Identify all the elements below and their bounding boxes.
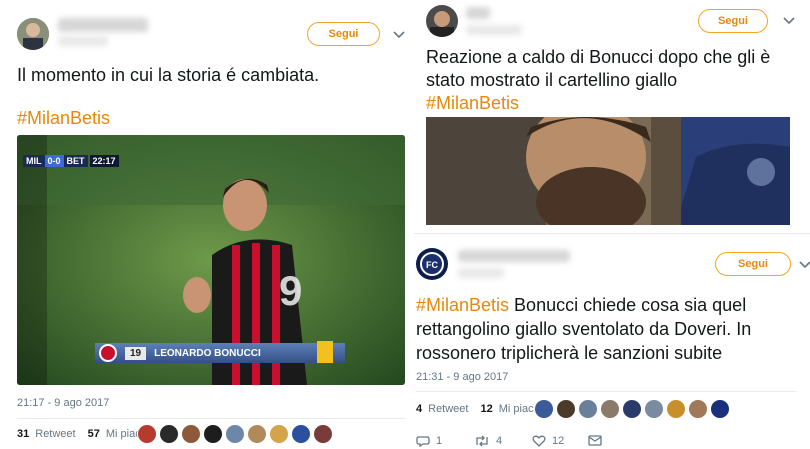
tweet-stats: 31 Retweet 57 Mi piace (17, 428, 147, 440)
tweet-timestamp[interactable]: 21:17 - 9 ago 2017 (17, 397, 109, 409)
retweet-label[interactable]: Retweet (35, 428, 75, 440)
retweet-count[interactable]: 31 (17, 428, 29, 440)
tweet-text-line: #MilanBetis Bonucci chiede cosa sia quel (416, 293, 746, 317)
tweet-stats: 4 Retweet 12 Mi piace (416, 403, 540, 415)
liker-avatars (137, 424, 335, 444)
chevron-down-icon[interactable] (798, 258, 810, 272)
avatar[interactable]: FC (416, 248, 448, 280)
like-action-count: 12 (552, 435, 565, 447)
tweet-text-line: rettangolino giallo sventolato da Doveri… (416, 319, 752, 339)
like-count[interactable]: 12 (480, 403, 492, 415)
liker-avatar[interactable] (159, 424, 179, 444)
direct-message-action[interactable] (588, 435, 602, 446)
avatar-photo (426, 5, 458, 37)
caption-accent (317, 341, 333, 363)
liker-avatar[interactable] (644, 399, 664, 419)
svg-text:FC: FC (426, 260, 438, 270)
home-team: MIL (23, 155, 45, 167)
score: 0-0 (44, 155, 64, 167)
heart-icon (532, 435, 546, 447)
chevron-down-icon[interactable] (392, 28, 406, 42)
avatar-photo (17, 18, 49, 50)
player-closeup-illustration (426, 117, 790, 225)
avatar-photo: FC (416, 248, 448, 280)
author-name-redacted[interactable] (466, 7, 490, 19)
divider (414, 233, 810, 234)
retweet-label[interactable]: Retweet (428, 403, 468, 415)
liker-avatar[interactable] (534, 399, 554, 419)
liker-avatar[interactable] (556, 399, 576, 419)
hashtag-link[interactable]: #MilanBetis (416, 295, 509, 315)
player-name: LEONARDO BONUCCI (154, 347, 261, 359)
author-handle-redacted (58, 36, 108, 46)
tweet-media[interactable]: 9 MIL 0-0 BET 22:17 19 LEONARDO BONUCCI (17, 135, 405, 385)
tweet-text-line: rossonero triplicherà le sanzioni subite (416, 343, 723, 363)
tweet-timestamp[interactable]: 21:31 - 9 ago 2017 (416, 371, 508, 383)
author-name-redacted[interactable] (458, 250, 570, 262)
like-action[interactable]: 12 (532, 435, 564, 447)
liker-avatars (534, 399, 732, 419)
svg-text:9: 9 (279, 267, 302, 314)
envelope-icon (588, 435, 602, 446)
liker-avatar[interactable] (181, 424, 201, 444)
retweet-action[interactable]: 4 (474, 435, 502, 447)
tweet-text-line: stato mostrato il cartellino giallo (426, 70, 678, 90)
liker-avatar[interactable] (137, 424, 157, 444)
liker-avatar[interactable] (688, 399, 708, 419)
player-caption: 19 LEONARDO BONUCCI (95, 343, 345, 363)
author-name-redacted[interactable] (58, 18, 148, 32)
retweet-action-count: 4 (496, 435, 503, 447)
liker-avatar[interactable] (291, 424, 311, 444)
hashtag-link[interactable]: #MilanBetis (17, 106, 110, 130)
liker-avatar[interactable] (313, 424, 333, 444)
avatar[interactable] (17, 18, 49, 50)
follow-button[interactable]: Segui (715, 252, 791, 276)
avatar[interactable] (426, 5, 458, 37)
follow-button[interactable]: Segui (307, 22, 380, 46)
liker-avatar[interactable] (578, 399, 598, 419)
liker-avatar[interactable] (600, 399, 620, 419)
liker-avatar[interactable] (710, 399, 730, 419)
liker-avatar[interactable] (247, 424, 267, 444)
reply-action[interactable]: 1 (416, 435, 442, 447)
divider (416, 391, 796, 392)
tweet-text-line: Reazione a caldo di Bonucci dopo che gli… (426, 47, 771, 67)
tweet-media[interactable] (426, 117, 790, 225)
liker-avatar[interactable] (203, 424, 223, 444)
like-count[interactable]: 57 (88, 428, 100, 440)
liker-avatar[interactable] (666, 399, 686, 419)
follow-button[interactable]: Segui (698, 9, 768, 33)
player-number: 19 (125, 346, 147, 360)
retweet-icon (476, 435, 488, 447)
author-handle-redacted (466, 25, 522, 35)
club-crest-icon (99, 344, 117, 362)
chevron-down-icon[interactable] (782, 14, 796, 28)
hashtag-link[interactable]: #MilanBetis (426, 91, 519, 115)
reply-count: 1 (436, 435, 443, 447)
liker-avatar[interactable] (225, 424, 245, 444)
tweet-text-rest: Bonucci chiede cosa sia quel (509, 295, 747, 315)
author-handle-redacted (458, 268, 504, 278)
liker-avatar[interactable] (269, 424, 289, 444)
away-team: BET (63, 155, 88, 167)
reply-icon (416, 436, 430, 447)
match-clock: 22:17 (89, 155, 119, 167)
scoreboard: MIL 0-0 BET 22:17 (23, 155, 119, 167)
retweet-count[interactable]: 4 (416, 403, 422, 415)
divider (17, 418, 405, 419)
liker-avatar[interactable] (622, 399, 642, 419)
tweet-text: Il momento in cui la storia é cambiata. (17, 65, 320, 85)
